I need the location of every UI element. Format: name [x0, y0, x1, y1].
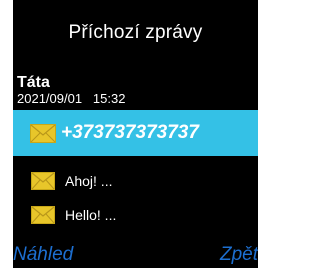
- message-sender: Táta: [17, 74, 50, 91]
- list-item[interactable]: Ahoj! ...: [13, 164, 258, 198]
- message-timestamp: 2021/09/01 15:32: [17, 91, 125, 106]
- list-item[interactable]: Hello! ...: [13, 198, 258, 232]
- list-item-label: Ahoj! ...: [65, 173, 113, 189]
- phone-screen: Příchozí zprávy Táta 2021/09/01 15:32 +3…: [13, 0, 258, 268]
- envelope-icon: [31, 206, 55, 224]
- envelope-icon: [30, 124, 56, 143]
- screen-title: Příchozí zprávy: [68, 22, 203, 43]
- message-date: 2021/09/01: [17, 91, 83, 106]
- list-item-label: +373737373737: [61, 122, 199, 143]
- softkey-bar: Náhled Zpět: [13, 238, 258, 268]
- envelope-icon: [31, 172, 55, 190]
- list-item-label: Hello! ...: [65, 207, 117, 223]
- message-time: 15:32: [92, 91, 126, 106]
- back-softkey[interactable]: Zpět: [220, 244, 258, 266]
- preview-softkey[interactable]: Náhled: [13, 244, 73, 266]
- list-item-selected[interactable]: +373737373737: [13, 110, 258, 156]
